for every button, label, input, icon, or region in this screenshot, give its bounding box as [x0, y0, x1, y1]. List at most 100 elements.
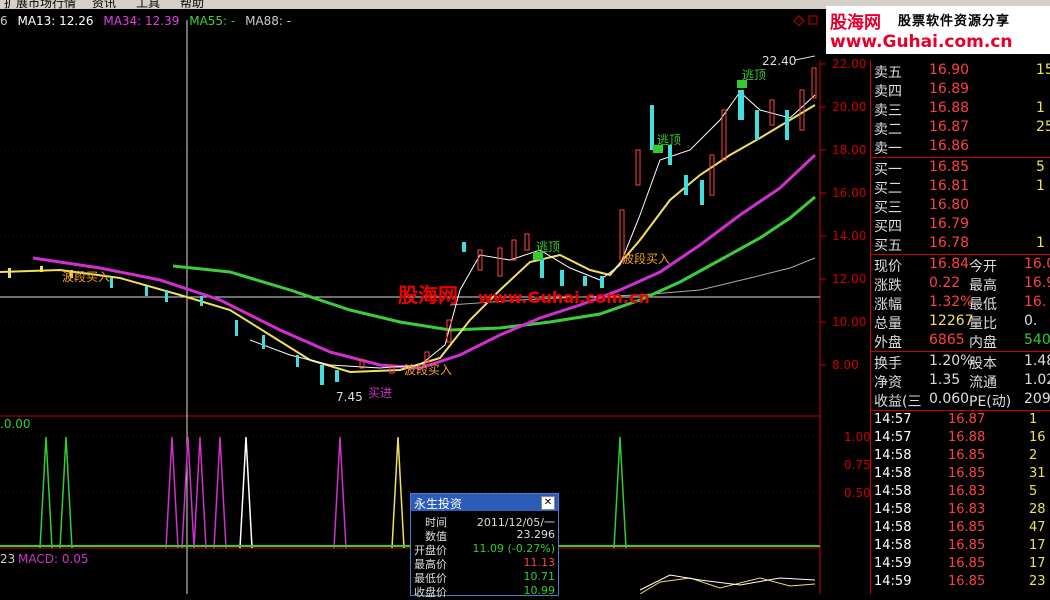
- quote-row: 换手 1.20%股本 1.48: [871, 353, 1050, 372]
- tick-time: 14:58: [874, 520, 912, 535]
- tick-row: 14:58 16.85 2: [871, 448, 1050, 466]
- quote-label: 涨跌: [874, 278, 902, 294]
- tick-time: 14:57: [874, 430, 912, 445]
- level-label: 卖二: [874, 122, 902, 138]
- bid-row[interactable]: 买五 16.78 1: [871, 235, 1050, 254]
- popup-row: 最高价 11.13: [411, 556, 558, 571]
- ask-row[interactable]: 卖二 16.87 25: [871, 119, 1050, 138]
- site-logo: 股海网 股票软件资源分享 www.Guhai.com.cn: [826, 6, 1050, 54]
- tick-volume: 5: [1029, 484, 1038, 499]
- popup-row: 数值 23.296: [411, 528, 558, 543]
- divider: [871, 254, 1050, 255]
- tick-time: 14:58: [874, 502, 912, 517]
- ask-row[interactable]: 卖三 16.88 1: [871, 100, 1050, 119]
- tick-time: 14:58: [874, 448, 912, 463]
- tick-row: 14:58 16.85 47: [871, 520, 1050, 538]
- level-label: 买四: [874, 219, 902, 235]
- level-price: 16.79: [929, 216, 970, 232]
- tick-volume: 28: [1029, 502, 1046, 517]
- quote-row: 外盘 6865 内盘 540: [871, 332, 1050, 351]
- ask-row[interactable]: 卖四 16.89: [871, 81, 1050, 100]
- divider: [871, 157, 1050, 158]
- level-volume: 15: [1036, 62, 1050, 78]
- price-tick: 8.00: [832, 358, 859, 372]
- quote-label: 换手: [874, 356, 902, 372]
- popup-row-value: 10.71: [523, 570, 556, 583]
- level-label: 卖三: [874, 103, 902, 119]
- tick-volume: 23: [1029, 574, 1046, 589]
- price-tick: 16.00: [832, 186, 867, 200]
- price-tick: 22.00: [832, 57, 867, 71]
- tick-price: 16.83: [948, 502, 986, 517]
- quote-row: 涨幅 1.32% 最低 16.: [871, 294, 1050, 313]
- tick-volume: 17: [1029, 556, 1046, 571]
- quote-value: 1.35: [929, 372, 961, 388]
- close-icon[interactable]: ✕: [541, 496, 555, 510]
- signal-buy-in: 买进: [368, 386, 393, 400]
- popup-row-value: 11.09 (-0.27%): [472, 542, 555, 555]
- level-label: 买五: [874, 238, 902, 254]
- popup-row: 最低价 10.71: [411, 570, 558, 585]
- tick-row: 14:58 16.83 28: [871, 502, 1050, 520]
- level-label: 卖一: [874, 141, 902, 157]
- signal-escape-top: 逃顶: [742, 68, 767, 82]
- quote-row: 净资 1.35 流通 1.02: [871, 372, 1050, 391]
- popup-row-value: 11.13: [523, 556, 556, 569]
- tick-price: 16.83: [948, 484, 986, 499]
- bid-row[interactable]: 买一 16.85 5: [871, 159, 1050, 178]
- quote-label: 最高: [969, 278, 997, 294]
- data-popup[interactable]: 永生投资 ✕ 时间 2011/12/05/一 数值 23.296 开盘价 11.09 (-…: [410, 493, 559, 599]
- signal-buy-right: 波段买入: [622, 252, 671, 266]
- bid-row[interactable]: 买三 16.80: [871, 197, 1050, 216]
- tick-volume: 2: [1029, 448, 1038, 463]
- quote-value: 209: [1024, 391, 1050, 407]
- price-tick: 18.00: [832, 143, 867, 157]
- price-tick: 12.00: [832, 272, 867, 286]
- quote-label: PE(动): [969, 394, 1012, 410]
- level-label: 买一: [874, 162, 902, 178]
- tick-row: 14:58 16.85 17: [871, 538, 1050, 556]
- quote-label: 涨幅: [874, 297, 902, 313]
- price-tick: 20.00: [832, 100, 867, 114]
- tick-time: 14:57: [874, 412, 912, 427]
- ask-row[interactable]: 卖一 16.86: [871, 138, 1050, 157]
- popup-row-value: 10.99: [523, 584, 556, 597]
- quote-value: 12267: [929, 313, 974, 329]
- level-label: 卖四: [874, 84, 902, 100]
- level-price: 16.88: [929, 100, 970, 116]
- popup-row: 时间 2011/12/05/一: [411, 514, 558, 529]
- popup-titlebar[interactable]: 永生投资 ✕: [411, 494, 558, 511]
- quote-value: 1.48: [1024, 353, 1050, 369]
- square-icon[interactable]: [808, 15, 818, 25]
- tick-time: 14:59: [874, 556, 912, 571]
- tick-time: 14:58: [874, 538, 912, 553]
- macd-label: MACD: 0.05: [18, 552, 89, 566]
- signal-escape-mid: 逃顶: [657, 133, 682, 147]
- tick-price: 16.85: [948, 556, 986, 571]
- level-price: 16.86: [929, 138, 970, 154]
- tick-price: 16.85: [948, 574, 986, 589]
- diamond-icon[interactable]: [793, 15, 805, 27]
- divider: [871, 410, 1050, 411]
- quote-row: 涨跌 0.22 最高 16.9: [871, 275, 1050, 294]
- level-price: 16.90: [929, 62, 970, 78]
- quote-row: 现价 16.84今开 16.0: [871, 256, 1050, 275]
- level-volume: 1: [1036, 235, 1045, 251]
- ma34-line: [32, 153, 817, 370]
- tick-volume: 1: [1029, 412, 1038, 427]
- price-tick: 14.00: [832, 229, 867, 243]
- popup-row: 收盘价 10.99: [411, 584, 558, 599]
- bid-row[interactable]: 买四 16.79: [871, 216, 1050, 235]
- tick-price: 16.85: [948, 466, 986, 481]
- ask-row[interactable]: 卖五 16.90 15: [871, 62, 1050, 81]
- tick-price: 16.87: [948, 412, 986, 427]
- popup-row-value: 23.296: [516, 528, 556, 541]
- quote-label: 内盘: [969, 335, 997, 351]
- level-volume: 25: [1036, 119, 1050, 135]
- tick-time: 14:59: [874, 574, 912, 589]
- low-price-label: 7.45: [336, 390, 363, 404]
- quote-value: 0.060: [929, 391, 970, 407]
- ma55-line: [172, 195, 816, 332]
- bid-row[interactable]: 买二 16.81 1: [871, 178, 1050, 197]
- level-volume: 5: [1036, 159, 1045, 175]
